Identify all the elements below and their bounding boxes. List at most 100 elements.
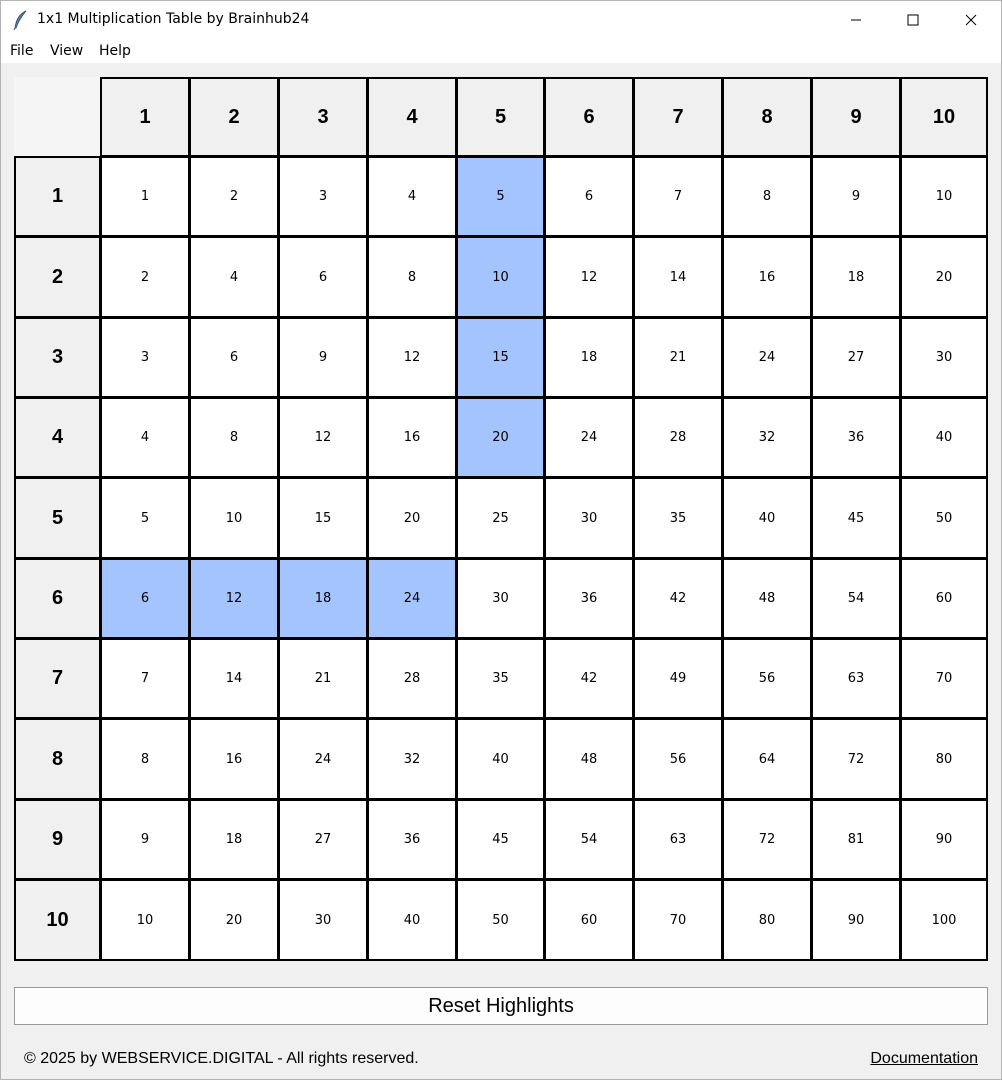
table-cell[interactable]: 30 xyxy=(544,477,634,559)
table-cell[interactable]: 48 xyxy=(544,718,634,800)
table-cell[interactable]: 9 xyxy=(278,317,368,398)
table-cell[interactable]: 100 xyxy=(900,879,988,961)
table-cell[interactable]: 20 xyxy=(900,236,988,318)
table-cell[interactable]: 24 xyxy=(367,558,457,639)
row-header[interactable]: 10 xyxy=(14,879,101,961)
row-header[interactable]: 1 xyxy=(14,156,101,237)
table-cell[interactable]: 18 xyxy=(189,799,279,880)
table-cell[interactable]: 72 xyxy=(722,799,812,880)
table-cell[interactable]: 10 xyxy=(189,477,279,559)
table-cell[interactable]: 64 xyxy=(722,718,812,800)
table-cell[interactable]: 27 xyxy=(811,317,901,398)
table-cell[interactable]: 56 xyxy=(722,638,812,719)
row-header[interactable]: 6 xyxy=(14,558,101,639)
row-header[interactable]: 8 xyxy=(14,718,101,800)
table-cell[interactable]: 50 xyxy=(456,879,545,961)
table-cell[interactable]: 7 xyxy=(633,156,723,237)
table-cell[interactable]: 18 xyxy=(544,317,634,398)
table-cell[interactable]: 36 xyxy=(811,397,901,478)
table-cell[interactable]: 18 xyxy=(278,558,368,639)
table-cell[interactable]: 40 xyxy=(367,879,457,961)
table-cell[interactable]: 40 xyxy=(722,477,812,559)
table-cell[interactable]: 27 xyxy=(278,799,368,880)
table-cell[interactable]: 30 xyxy=(278,879,368,961)
table-cell[interactable]: 32 xyxy=(367,718,457,800)
menu-help[interactable]: Help xyxy=(99,43,131,59)
table-cell[interactable]: 2 xyxy=(100,236,190,318)
table-cell[interactable]: 30 xyxy=(900,317,988,398)
table-cell[interactable]: 80 xyxy=(900,718,988,800)
table-cell[interactable]: 5 xyxy=(100,477,190,559)
column-header[interactable]: 7 xyxy=(633,77,723,157)
table-cell[interactable]: 1 xyxy=(100,156,190,237)
column-header[interactable]: 1 xyxy=(100,77,190,157)
table-cell[interactable]: 3 xyxy=(100,317,190,398)
table-cell[interactable]: 20 xyxy=(456,397,545,478)
table-cell[interactable]: 12 xyxy=(544,236,634,318)
column-header[interactable]: 3 xyxy=(278,77,368,157)
table-cell[interactable]: 18 xyxy=(811,236,901,318)
close-button[interactable] xyxy=(942,1,1000,39)
table-cell[interactable]: 72 xyxy=(811,718,901,800)
table-cell[interactable]: 56 xyxy=(633,718,723,800)
table-cell[interactable]: 6 xyxy=(189,317,279,398)
table-cell[interactable]: 54 xyxy=(544,799,634,880)
row-header[interactable]: 2 xyxy=(14,236,101,318)
minimize-button[interactable] xyxy=(827,1,885,39)
table-cell[interactable]: 5 xyxy=(456,156,545,237)
table-cell[interactable]: 10 xyxy=(100,879,190,961)
reset-highlights-button[interactable]: Reset Highlights xyxy=(14,987,988,1025)
table-cell[interactable]: 10 xyxy=(456,236,545,318)
table-cell[interactable]: 8 xyxy=(100,718,190,800)
table-cell[interactable]: 20 xyxy=(189,879,279,961)
table-cell[interactable]: 54 xyxy=(811,558,901,639)
table-cell[interactable]: 45 xyxy=(811,477,901,559)
table-cell[interactable]: 81 xyxy=(811,799,901,880)
table-cell[interactable]: 35 xyxy=(456,638,545,719)
table-cell[interactable]: 45 xyxy=(456,799,545,880)
table-cell[interactable]: 20 xyxy=(367,477,457,559)
table-cell[interactable]: 42 xyxy=(633,558,723,639)
table-cell[interactable]: 7 xyxy=(100,638,190,719)
table-cell[interactable]: 50 xyxy=(900,477,988,559)
table-cell[interactable]: 15 xyxy=(456,317,545,398)
table-cell[interactable]: 9 xyxy=(100,799,190,880)
table-cell[interactable]: 24 xyxy=(278,718,368,800)
table-cell[interactable]: 4 xyxy=(189,236,279,318)
table-cell[interactable]: 40 xyxy=(900,397,988,478)
table-cell[interactable]: 70 xyxy=(633,879,723,961)
table-cell[interactable]: 90 xyxy=(811,879,901,961)
table-cell[interactable]: 30 xyxy=(456,558,545,639)
table-cell[interactable]: 8 xyxy=(367,236,457,318)
table-cell[interactable]: 6 xyxy=(544,156,634,237)
table-cell[interactable]: 16 xyxy=(367,397,457,478)
table-cell[interactable]: 4 xyxy=(100,397,190,478)
table-cell[interactable]: 90 xyxy=(900,799,988,880)
table-cell[interactable]: 32 xyxy=(722,397,812,478)
table-cell[interactable]: 60 xyxy=(544,879,634,961)
table-cell[interactable]: 70 xyxy=(900,638,988,719)
table-cell[interactable]: 48 xyxy=(722,558,812,639)
column-header[interactable]: 2 xyxy=(189,77,279,157)
row-header[interactable]: 3 xyxy=(14,317,101,398)
table-cell[interactable]: 16 xyxy=(189,718,279,800)
table-cell[interactable]: 16 xyxy=(722,236,812,318)
table-cell[interactable]: 63 xyxy=(633,799,723,880)
table-cell[interactable]: 28 xyxy=(367,638,457,719)
table-cell[interactable]: 28 xyxy=(633,397,723,478)
table-cell[interactable]: 3 xyxy=(278,156,368,237)
table-cell[interactable]: 35 xyxy=(633,477,723,559)
table-cell[interactable]: 80 xyxy=(722,879,812,961)
table-cell[interactable]: 2 xyxy=(189,156,279,237)
documentation-link[interactable]: Documentation xyxy=(870,1050,978,1068)
row-header[interactable]: 5 xyxy=(14,477,101,559)
table-cell[interactable]: 21 xyxy=(278,638,368,719)
table-cell[interactable]: 12 xyxy=(189,558,279,639)
table-cell[interactable]: 36 xyxy=(367,799,457,880)
column-header[interactable]: 9 xyxy=(811,77,901,157)
table-cell[interactable]: 6 xyxy=(100,558,190,639)
table-cell[interactable]: 49 xyxy=(633,638,723,719)
column-header[interactable]: 5 xyxy=(456,77,545,157)
table-cell[interactable]: 6 xyxy=(278,236,368,318)
table-cell[interactable]: 14 xyxy=(633,236,723,318)
